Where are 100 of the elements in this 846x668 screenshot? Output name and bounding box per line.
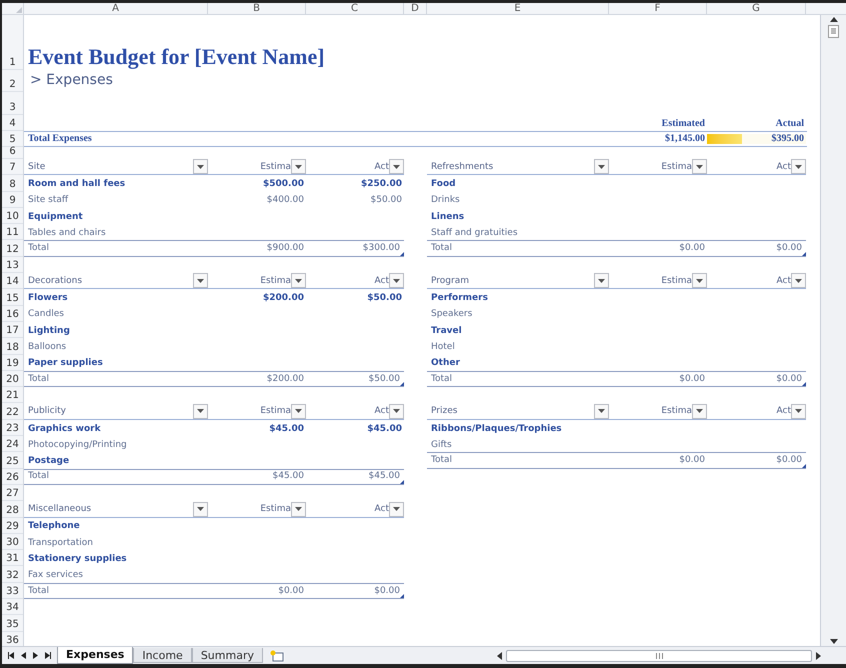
row-number[interactable]: 15 (2, 289, 23, 306)
total-expenses-label: Total Expenses (28, 133, 92, 144)
previous-sheet-icon[interactable] (21, 652, 26, 659)
filter-dropdown-button[interactable] (291, 159, 306, 174)
filter-dropdown-button[interactable] (389, 159, 404, 174)
filter-dropdown-button[interactable] (193, 502, 208, 517)
row-number[interactable]: 22 (2, 403, 23, 420)
filter-dropdown-button[interactable] (791, 404, 806, 419)
sheet-tab[interactable]: Income (133, 648, 192, 663)
dropdown-arrow-icon (197, 507, 204, 512)
dropdown-arrow-icon (598, 164, 605, 169)
row-number[interactable]: 6 (2, 147, 23, 159)
filter-dropdown-button[interactable] (594, 159, 609, 174)
row-number[interactable]: 4 (2, 115, 23, 131)
filter-dropdown-button[interactable] (389, 404, 404, 419)
sheet-tab[interactable]: Summary (192, 648, 263, 663)
row-number[interactable]: 1 (2, 15, 23, 70)
row-number[interactable]: 27 (2, 484, 23, 502)
row-number[interactable]: 24 (2, 436, 23, 452)
filter-dropdown-button[interactable] (389, 273, 404, 288)
row-number[interactable]: 7 (2, 159, 23, 176)
filter-dropdown-button[interactable] (594, 404, 609, 419)
row-number[interactable]: 12 (2, 240, 23, 257)
row-number[interactable]: 23 (2, 420, 23, 436)
column-header-cell[interactable]: E (427, 3, 609, 14)
filter-dropdown-button[interactable] (791, 273, 806, 288)
row-number[interactable]: 29 (2, 518, 23, 534)
insert-sheet-icon[interactable] (269, 650, 285, 662)
filter-dropdown-button[interactable] (389, 502, 404, 517)
vertical-scrollbar[interactable] (820, 15, 846, 646)
resize-handle-icon[interactable] (400, 382, 404, 386)
row-number[interactable]: 35 (2, 615, 23, 632)
column-header-cell[interactable]: A (24, 3, 208, 14)
row-number[interactable]: 25 (2, 452, 23, 469)
resize-handle-icon[interactable] (400, 480, 404, 484)
row-number[interactable]: 32 (2, 566, 23, 583)
resize-handle-icon[interactable] (802, 464, 806, 468)
filter-dropdown-button[interactable] (193, 159, 208, 174)
scroll-up-arrow-icon[interactable] (830, 17, 838, 22)
dropdown-arrow-icon (393, 278, 400, 283)
row-number[interactable]: 11 (2, 224, 23, 240)
actual-amount: $250.00 (361, 179, 402, 190)
row-number[interactable]: 13 (2, 256, 23, 274)
scroll-down-arrow-icon[interactable] (830, 639, 838, 644)
resize-handle-icon[interactable] (400, 594, 404, 598)
total-actual: $50.00 (368, 372, 400, 386)
row-number[interactable]: 3 (2, 92, 23, 115)
dropdown-arrow-icon (295, 409, 302, 414)
item-label: Hotel (431, 342, 455, 352)
row-number[interactable]: 9 (2, 192, 23, 208)
filter-dropdown-button[interactable] (193, 273, 208, 288)
scroll-left-arrow-icon[interactable] (497, 652, 502, 660)
scroll-thumb[interactable] (506, 650, 812, 662)
filter-dropdown-button[interactable] (291, 404, 306, 419)
row-number[interactable]: 34 (2, 599, 23, 616)
sheet-tab[interactable]: Expenses (57, 647, 134, 664)
sheet-title: Event Budget for [Event Name] (28, 44, 325, 70)
first-sheet-icon[interactable] (8, 652, 14, 659)
scroll-right-arrow-icon[interactable] (816, 652, 821, 660)
row-number[interactable]: 14 (2, 273, 23, 290)
filter-dropdown-button[interactable] (291, 273, 306, 288)
row-number[interactable]: 21 (2, 387, 23, 404)
row-number[interactable]: 26 (2, 468, 23, 485)
filter-dropdown-button[interactable] (692, 159, 707, 174)
column-header-cell[interactable]: D (404, 3, 427, 14)
filter-dropdown-button[interactable] (594, 273, 609, 288)
column-header-cell[interactable]: G (707, 3, 806, 14)
row-number[interactable]: 16 (2, 306, 23, 322)
row-number[interactable]: 18 (2, 338, 23, 355)
row-number[interactable]: 17 (2, 322, 23, 338)
column-header-cell[interactable]: F (609, 3, 707, 14)
column-header-cell[interactable]: B (208, 3, 306, 14)
estimated-header: Estimated (662, 118, 705, 129)
column-header-cell[interactable]: C (306, 3, 404, 14)
row-number[interactable]: 31 (2, 550, 23, 566)
grip-icon (656, 652, 662, 658)
filter-dropdown-button[interactable] (193, 404, 208, 419)
row-number[interactable]: 20 (2, 370, 23, 388)
next-sheet-icon[interactable] (33, 652, 38, 659)
resize-handle-icon[interactable] (802, 252, 806, 256)
row-number[interactable]: 8 (2, 175, 23, 192)
filter-dropdown-button[interactable] (291, 502, 306, 517)
row-number[interactable]: 2 (2, 70, 23, 92)
split-box-icon[interactable] (828, 25, 839, 38)
filter-dropdown-button[interactable] (692, 273, 707, 288)
row-number[interactable]: 5 (2, 131, 23, 147)
filter-dropdown-button[interactable] (791, 159, 806, 174)
filter-dropdown-button[interactable] (692, 404, 707, 419)
item-label: Telephone (28, 521, 80, 532)
dropdown-arrow-icon (295, 164, 302, 169)
resize-handle-icon[interactable] (400, 252, 404, 256)
total-label: Total (431, 374, 452, 384)
row-number[interactable]: 10 (2, 208, 23, 224)
last-sheet-icon[interactable] (45, 652, 51, 659)
row-number[interactable]: 19 (2, 354, 23, 371)
row-number[interactable]: 33 (2, 582, 23, 600)
item-label: Travel (431, 326, 462, 336)
row-number[interactable]: 30 (2, 534, 23, 550)
resize-handle-icon[interactable] (802, 382, 806, 386)
row-number[interactable]: 28 (2, 501, 23, 518)
